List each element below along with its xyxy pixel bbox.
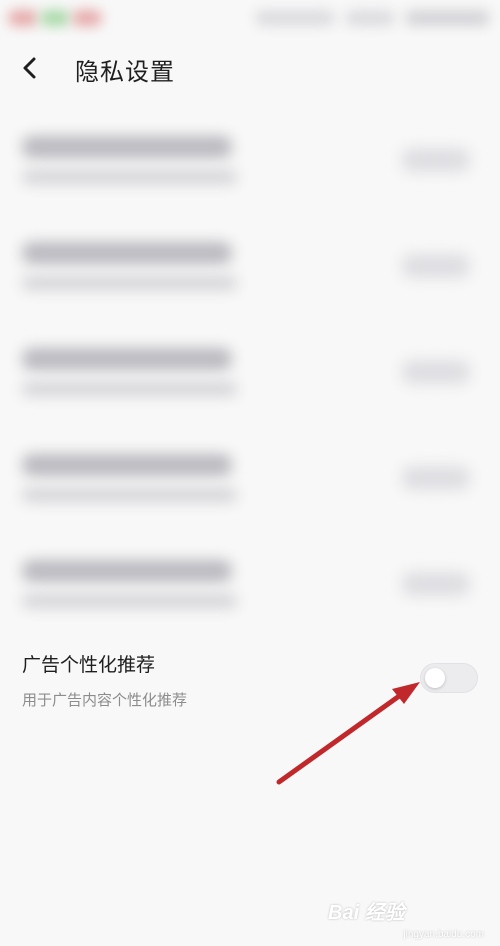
- ad-personalization-title: 广告个性化推荐: [22, 654, 156, 676]
- blurred-setting-row[interactable]: [0, 228, 500, 328]
- blurred-setting-row[interactable]: [0, 440, 500, 540]
- ad-personalization-toggle[interactable]: [420, 663, 478, 693]
- back-button[interactable]: [12, 50, 48, 86]
- watermark-logo: Bai 经验: [328, 902, 405, 924]
- status-bar: [0, 0, 500, 38]
- toggle-knob: [425, 668, 445, 688]
- screen: 隐私设置 广告个性化推荐 用于广告内容个性化推荐 Bai 经验 jingyan.…: [0, 0, 500, 946]
- chevron-left-icon: [23, 57, 36, 79]
- page-title: 隐私设置: [75, 58, 175, 86]
- header: 隐私设置: [0, 38, 500, 98]
- ad-personalization-row: 广告个性化推荐 用于广告内容个性化推荐: [0, 640, 500, 730]
- blurred-setting-row[interactable]: [0, 546, 500, 646]
- ad-personalization-subtitle: 用于广告内容个性化推荐: [22, 691, 188, 709]
- watermark: Bai 经验 jingyan.baidu.com: [320, 896, 490, 940]
- blurred-setting-row[interactable]: [0, 334, 500, 434]
- watermark-url: jingyan.baidu.com: [403, 929, 484, 940]
- blurred-setting-row[interactable]: [0, 122, 500, 222]
